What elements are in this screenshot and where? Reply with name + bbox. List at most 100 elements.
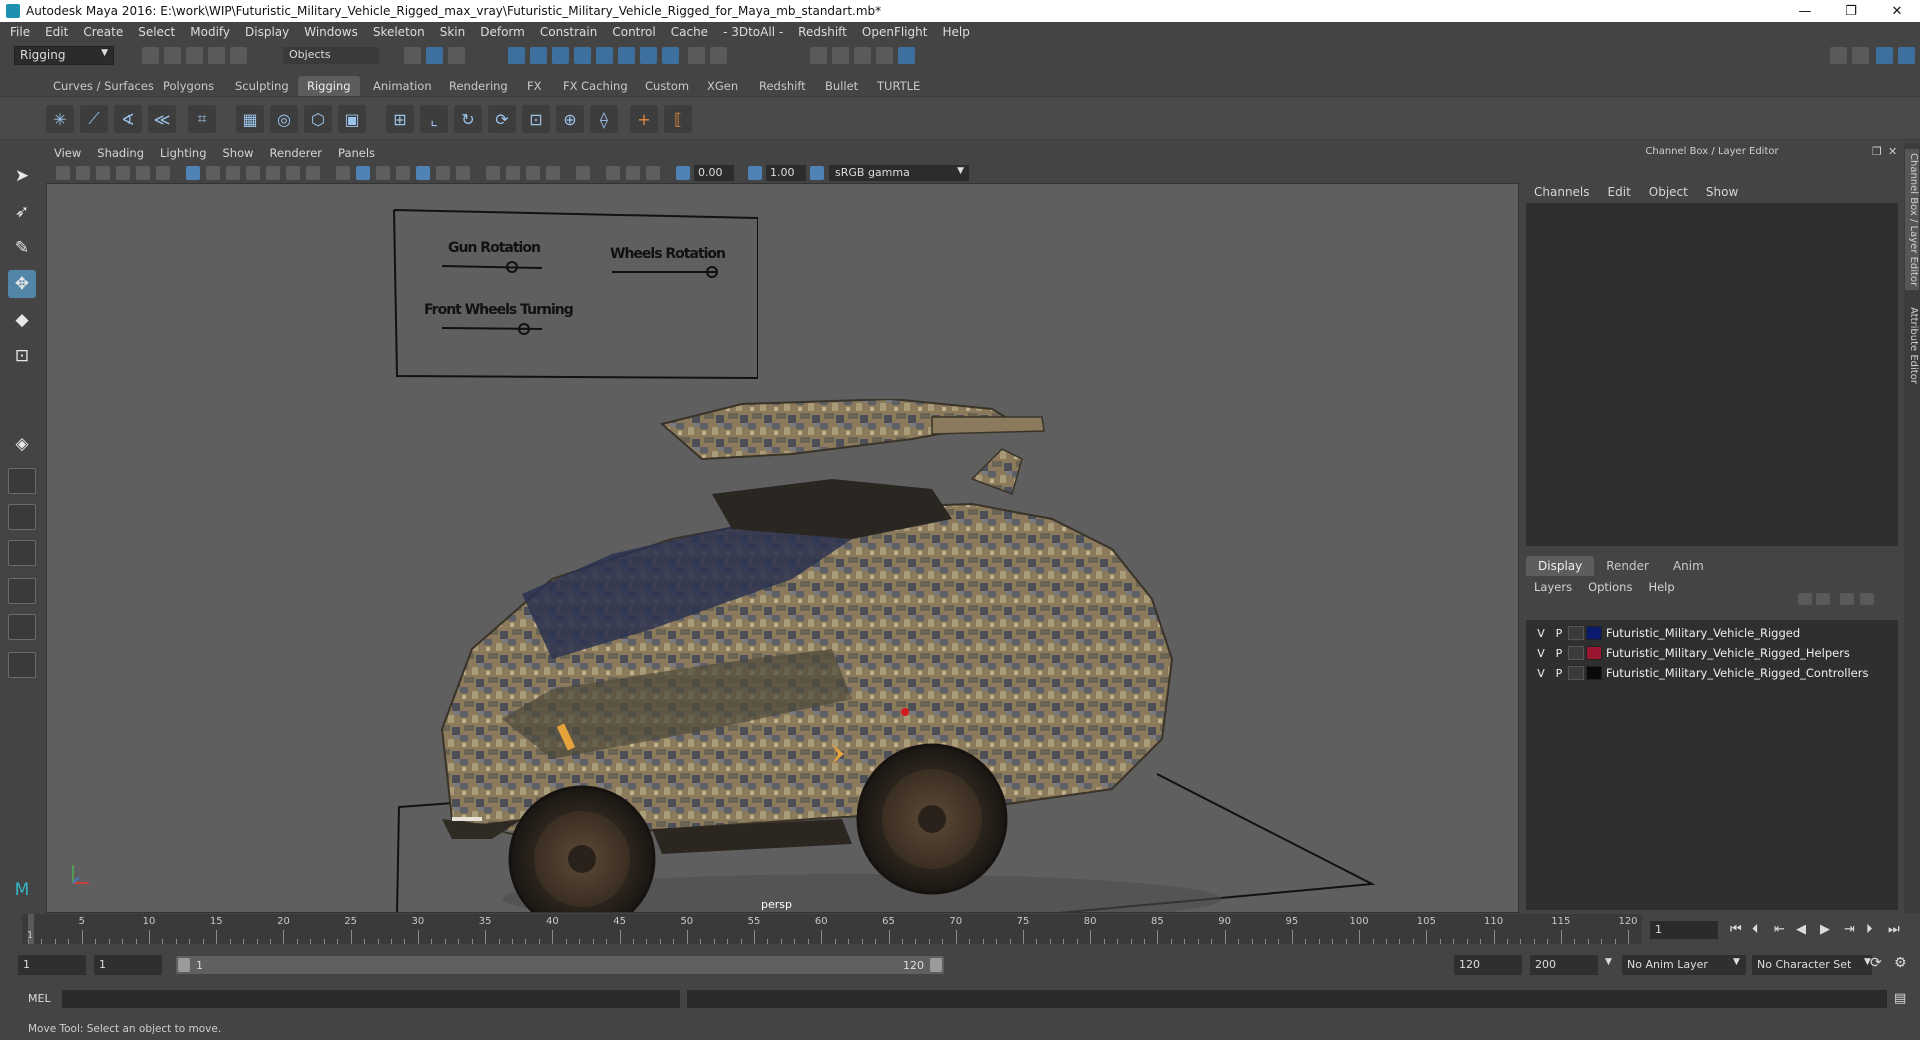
anti-aliasing-icon[interactable]: [526, 166, 540, 180]
history-icon[interactable]: [618, 47, 635, 64]
ik-handle-icon[interactable]: ⟋: [80, 105, 108, 133]
menu-modify[interactable]: Modify: [190, 25, 230, 39]
wireframe-on-shaded-icon[interactable]: [396, 166, 410, 180]
auto-key-icon[interactable]: ⟳: [1870, 955, 1882, 971]
toggle-panel-icon[interactable]: [1876, 47, 1893, 64]
camera-select-icon[interactable]: [56, 166, 70, 180]
gamma-icon[interactable]: [748, 166, 762, 180]
menu-constrain[interactable]: Constrain: [540, 25, 598, 39]
menu-control[interactable]: Control: [612, 25, 655, 39]
shelf-tab-redshift[interactable]: Redshift: [750, 76, 815, 96]
playback-start-field[interactable]: 1: [94, 955, 162, 975]
snap-grid-icon[interactable]: [508, 47, 525, 64]
snap-live-icon[interactable]: [596, 47, 613, 64]
close-panel-icon[interactable]: ✕: [1888, 145, 1897, 158]
float-panel-icon[interactable]: ❐: [1872, 145, 1882, 158]
move-layer-down-icon[interactable]: [1816, 593, 1830, 605]
viewport-menu-view[interactable]: View: [54, 146, 81, 160]
step-forward-key-icon[interactable]: ⇥: [1844, 922, 1855, 937]
menu-cache[interactable]: Cache: [671, 25, 708, 39]
shelf-tab-turtle[interactable]: TURTLE: [868, 76, 929, 96]
minimize-button[interactable]: —: [1782, 0, 1828, 22]
gamma-field[interactable]: 1.00: [766, 165, 806, 181]
locator-icon[interactable]: ⟠: [590, 105, 618, 133]
four-view-layout-icon[interactable]: [8, 468, 36, 494]
lattice-icon[interactable]: ▦: [236, 105, 264, 133]
shelf-tab-custom[interactable]: Custom: [636, 76, 698, 96]
color-management-icon[interactable]: [810, 166, 824, 180]
redo-icon[interactable]: [230, 47, 247, 64]
insert-joint-icon[interactable]: ≪: [148, 105, 176, 133]
screen-space-ao-icon[interactable]: [486, 166, 500, 180]
sculpt-deformer-icon[interactable]: ◎: [270, 105, 298, 133]
select-by-object-icon[interactable]: [426, 47, 443, 64]
shelf-tab-animation[interactable]: Animation: [364, 76, 441, 96]
outliner-layout-icon[interactable]: [8, 614, 36, 640]
field-chart-icon[interactable]: [266, 166, 280, 180]
side-by-side-layout-icon[interactable]: [8, 504, 36, 530]
object-menu[interactable]: Object: [1649, 185, 1688, 199]
xray-components-icon[interactable]: [646, 166, 660, 180]
layer-playback-toggle[interactable]: P: [1550, 627, 1568, 640]
military-vehicle-model[interactable]: [412, 399, 1272, 913]
viewport-menu-panels[interactable]: Panels: [338, 146, 375, 160]
edit-menu[interactable]: Edit: [1608, 185, 1631, 199]
render-view-icon[interactable]: [810, 47, 827, 64]
persp-outliner-layout-icon[interactable]: [8, 540, 36, 566]
construction-history-icon[interactable]: [640, 47, 657, 64]
shelf-tab-rigging[interactable]: Rigging: [298, 76, 360, 96]
viewport-menu-shading[interactable]: Shading: [97, 146, 144, 160]
current-frame-field[interactable]: 1: [1650, 921, 1718, 939]
menu-windows[interactable]: Windows: [304, 25, 358, 39]
restore-button[interactable]: ❐: [1828, 0, 1874, 22]
exposure-field[interactable]: 0.00: [694, 165, 734, 181]
animation-end-field[interactable]: 200: [1530, 955, 1598, 975]
ik-spline-icon[interactable]: ∢: [114, 105, 142, 133]
time-slider[interactable]: 1 5 10 15 20 25 30 35 40 45 50 55 60 65 70 75 80 85 90 95 1…: [22, 914, 1642, 944]
select-tool-icon[interactable]: ➤: [8, 162, 36, 190]
range-end-handle[interactable]: [930, 958, 942, 972]
snap-curve-icon[interactable]: [530, 47, 547, 64]
modeling-toolkit-icon[interactable]: [1830, 47, 1847, 64]
selection-lock-icon[interactable]: [710, 47, 727, 64]
viewport-3d[interactable]: Gun Rotation Wheels Rotation Front Wheel…: [46, 183, 1519, 913]
shelf-tab-fx-caching[interactable]: FX Caching: [554, 76, 637, 96]
lasso-tool-icon[interactable]: ➶: [8, 198, 36, 226]
grid-icon[interactable]: [186, 166, 200, 180]
smooth-shade-icon[interactable]: [356, 166, 370, 180]
point-constraint-icon[interactable]: ⌞: [420, 105, 448, 133]
script-language-label[interactable]: MEL: [28, 992, 51, 1005]
pole-vector-icon[interactable]: ⊕: [556, 105, 584, 133]
input-output-icon[interactable]: [662, 47, 679, 64]
cluster-icon[interactable]: ▣: [338, 105, 366, 133]
go-to-start-icon[interactable]: ⏮: [1730, 922, 1742, 937]
step-back-frame-icon[interactable]: ⏴: [1752, 922, 1759, 937]
menu-set-select[interactable]: Rigging ▼: [14, 46, 114, 65]
scale-constraint-icon[interactable]: ⟳: [488, 105, 516, 133]
tab-render[interactable]: Render: [1594, 556, 1661, 576]
anim-layer-select[interactable]: No Anim Layer: [1622, 955, 1746, 975]
two-d-pan-icon[interactable]: [136, 166, 150, 180]
film-gate-icon[interactable]: [206, 166, 220, 180]
collapse-layout-icon[interactable]: [8, 652, 36, 678]
side-tab-channel-box[interactable]: Channel Box / Layer Editor: [1905, 149, 1919, 291]
new-scene-icon[interactable]: [142, 47, 159, 64]
shelf-tab-curves-surfaces[interactable]: Curves / Surfaces: [44, 76, 163, 96]
shelf-tab-bullet[interactable]: Bullet: [816, 76, 867, 96]
layer-row[interactable]: V P Futuristic_Military_Vehicle_Rigged_H…: [1532, 644, 1894, 662]
image-plane-icon[interactable]: [116, 166, 130, 180]
command-input[interactable]: [62, 990, 680, 1008]
default-material-icon[interactable]: [376, 166, 390, 180]
select-by-hierarchy-icon[interactable]: [404, 47, 421, 64]
layer-visibility-toggle[interactable]: V: [1532, 627, 1550, 640]
shelf-tab-polygons[interactable]: Polygons: [154, 76, 223, 96]
open-scene-icon[interactable]: [164, 47, 181, 64]
menu-select[interactable]: Select: [138, 25, 175, 39]
shelf-tab-rendering[interactable]: Rendering: [440, 76, 517, 96]
layers-menu[interactable]: Layers: [1534, 580, 1572, 594]
menu-skeleton[interactable]: Skeleton: [373, 25, 425, 39]
color-space-select[interactable]: sRGB gamma ▼: [829, 165, 969, 181]
workspace-icon[interactable]: [1898, 47, 1915, 64]
new-layer-icon[interactable]: [1840, 593, 1854, 605]
menu-file[interactable]: File: [10, 25, 30, 39]
